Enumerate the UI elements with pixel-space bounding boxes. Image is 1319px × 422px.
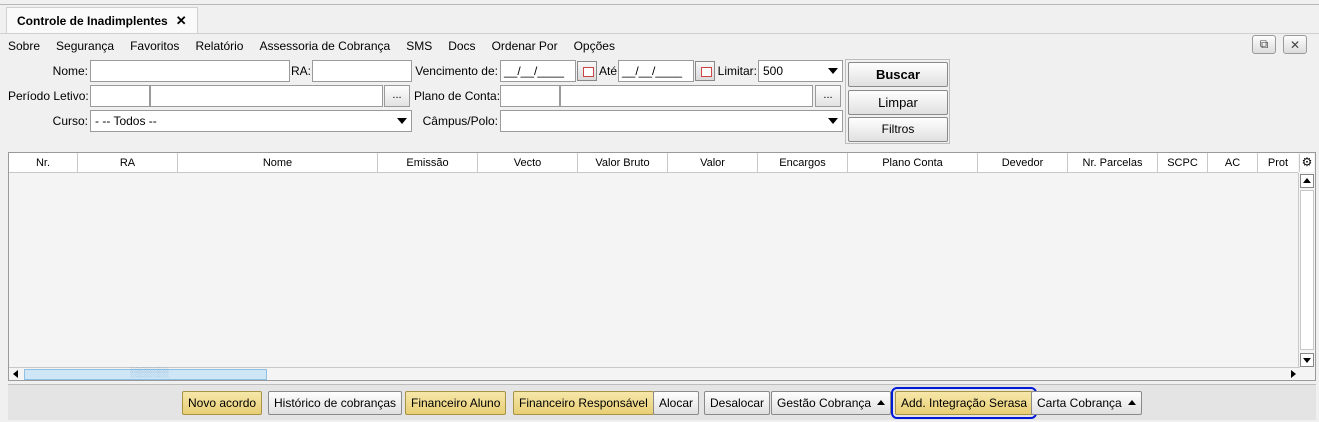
menu-relatorio[interactable]: Relatório (195, 37, 243, 55)
horizontal-scrollbar[interactable]: ░░░░░░ (9, 367, 1300, 380)
col-nr[interactable]: Nr. (9, 153, 78, 172)
scroll-left-icon[interactable] (10, 368, 22, 380)
col-nr-parcelas[interactable]: Nr. Parcelas (1068, 153, 1158, 172)
chevron-down-icon (397, 118, 407, 124)
results-grid[interactable]: Nr. RA Nome Emissão Vecto Valor Bruto Va… (8, 152, 1316, 381)
plano-search-button[interactable]: ... (815, 85, 841, 107)
col-valor-bruto[interactable]: Valor Bruto (578, 153, 668, 172)
periodo-letivo-label: Período Letivo: (8, 89, 89, 103)
tab-close-icon[interactable]: ✕ (176, 13, 187, 29)
vencimento-de-input[interactable]: __/__/____ (500, 60, 576, 82)
scroll-right-icon[interactable] (1287, 368, 1299, 380)
curso-select[interactable]: - -- Todos -- (90, 110, 412, 132)
menu-sms[interactable]: SMS (406, 37, 432, 55)
menu-opcoes[interactable]: Opções (574, 37, 615, 55)
col-scpc[interactable]: SCPC (1158, 153, 1208, 172)
periodo-codigo-input[interactable] (90, 85, 150, 107)
tab-title: Controle de Inadimplentes (17, 14, 168, 28)
col-prot[interactable]: Prot (1258, 153, 1298, 172)
chevron-up-icon (877, 400, 886, 405)
plano-codigo-input[interactable] (500, 85, 560, 107)
ra-label: RA: (290, 64, 311, 78)
financeiro-aluno-button[interactable]: Financeiro Aluno (405, 391, 507, 415)
gestao-cobranca-button[interactable]: Gestão Cobrança (771, 391, 892, 415)
col-emissao[interactable]: Emissão (378, 153, 478, 172)
novo-acordo-button[interactable]: Novo acordo (182, 391, 263, 415)
carta-cobranca-button[interactable]: Carta Cobrança (1031, 391, 1142, 415)
col-plano-conta[interactable]: Plano Conta (848, 153, 978, 172)
menu-ordenar-por[interactable]: Ordenar Por (492, 37, 558, 55)
menu-assessoria[interactable]: Assessoria de Cobrança (259, 37, 390, 55)
menu-seguranca[interactable]: Segurança (56, 37, 114, 55)
vencimento-label: Vencimento de: (415, 64, 498, 78)
add-integracao-serasa-button[interactable]: Add. Integração Serasa (890, 387, 1038, 419)
close-window-icon[interactable]: ✕ (1283, 35, 1307, 54)
vencimento-ate-input[interactable]: __/__/____ (618, 60, 694, 82)
limitar-label: Limitar: (717, 64, 757, 78)
grid-header: Nr. RA Nome Emissão Vecto Valor Bruto Va… (9, 153, 1298, 173)
calendar-de-icon[interactable] (577, 61, 597, 81)
filtros-button[interactable]: Filtros (848, 117, 948, 142)
footer-toolbar: Novo acordo Histórico de cobranças Finan… (8, 384, 1316, 420)
limitar-select[interactable]: 500 (758, 60, 843, 82)
gestao-cobranca-label: Gestão Cobrança (777, 396, 872, 410)
scroll-up-icon[interactable] (1300, 174, 1314, 188)
plano-conta-label: Plano de Conta: (414, 89, 501, 103)
top-border (0, 0, 1319, 5)
nome-input[interactable] (90, 60, 290, 82)
alocar-button[interactable]: Alocar (653, 391, 700, 415)
menu-sobre[interactable]: Sobre (8, 37, 40, 55)
col-devedor[interactable]: Devedor (978, 153, 1068, 172)
col-encargos[interactable]: Encargos (758, 153, 848, 172)
calendar-ate-icon[interactable] (695, 61, 715, 81)
tab-divider (0, 33, 1319, 34)
curso-label: Curso: (52, 114, 88, 128)
col-vecto[interactable]: Vecto (478, 153, 578, 172)
menu-docs[interactable]: Docs (448, 37, 475, 55)
financeiro-responsavel-button[interactable]: Financeiro Responsável (513, 391, 654, 415)
chevron-down-icon (828, 118, 838, 124)
ate-label: Até (598, 64, 617, 78)
horizontal-scroll-thumb[interactable]: ░░░░░░ (24, 367, 267, 380)
campus-label: Câmpus/Polo: (422, 114, 498, 128)
plano-descricao-input[interactable] (560, 85, 813, 107)
vertical-scrollbar[interactable] (1298, 173, 1314, 368)
vertical-scroll-track (1300, 190, 1314, 350)
curso-value: - -- Todos -- (95, 114, 157, 128)
periodo-descricao-input[interactable] (150, 85, 383, 107)
col-valor[interactable]: Valor (668, 153, 758, 172)
popout-icon[interactable]: ⧉ (1252, 35, 1276, 54)
chevron-up-icon (1127, 400, 1136, 405)
chevron-down-icon (828, 68, 838, 74)
buscar-button[interactable]: Buscar (848, 62, 948, 87)
menu-bar: Sobre Segurança Favoritos Relatório Asse… (8, 37, 631, 55)
tab-controle-inadimplentes[interactable]: Controle de Inadimplentes ✕ (6, 7, 198, 34)
desalocar-button[interactable]: Desalocar (704, 391, 771, 415)
limpar-button[interactable]: Limpar (848, 90, 948, 115)
campus-select[interactable] (500, 110, 843, 132)
nome-label: Nome: (52, 64, 88, 78)
historico-cobrancas-button[interactable]: Histórico de cobranças (268, 391, 403, 415)
ra-input[interactable] (312, 60, 412, 82)
periodo-search-button[interactable]: ... (384, 85, 410, 107)
gear-icon[interactable]: ⚙ (1299, 154, 1314, 172)
scroll-down-icon[interactable] (1300, 353, 1314, 367)
col-ac[interactable]: AC (1208, 153, 1258, 172)
col-nome[interactable]: Nome (178, 153, 378, 172)
carta-cobranca-label: Carta Cobrança (1037, 396, 1122, 410)
scroll-grip: ░░░░░░ (130, 367, 169, 377)
menu-favoritos[interactable]: Favoritos (130, 37, 179, 55)
col-ra[interactable]: RA (78, 153, 178, 172)
limitar-value: 500 (763, 64, 784, 78)
